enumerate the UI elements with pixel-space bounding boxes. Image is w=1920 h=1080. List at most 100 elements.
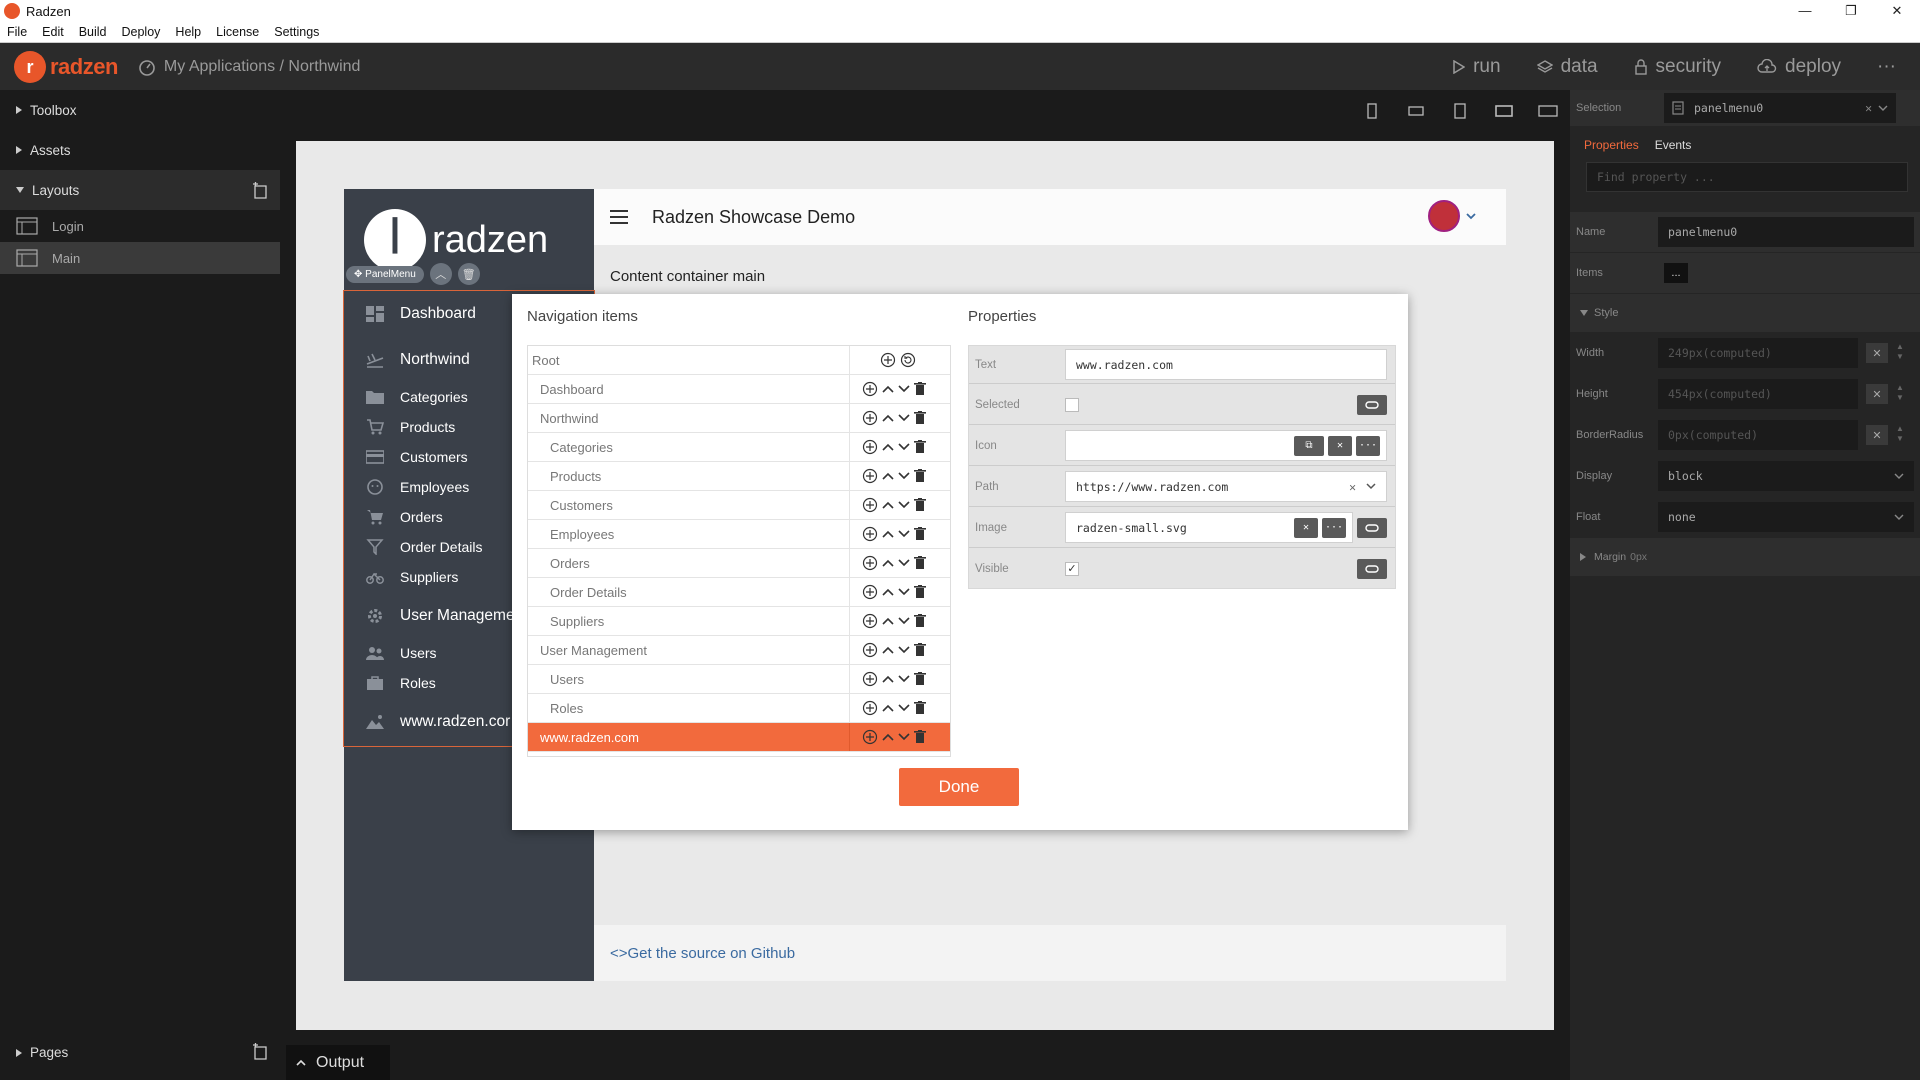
device-phone-landscape-button[interactable]: [1394, 98, 1438, 124]
icon-input[interactable]: ⧉ ✕ ···: [1065, 430, 1387, 461]
move-down-icon[interactable]: [898, 442, 910, 452]
image-input[interactable]: radzen-small.svg ✕ ···: [1065, 512, 1353, 543]
trash-icon[interactable]: [914, 556, 926, 570]
brand-logo[interactable]: r radzen: [14, 50, 118, 83]
tree-item-label[interactable]: Order Details: [528, 578, 850, 606]
image-more-button[interactable]: ···: [1322, 517, 1346, 538]
tree-row[interactable]: Customers: [528, 491, 950, 520]
trash-icon[interactable]: [914, 585, 926, 599]
done-button[interactable]: Done: [899, 768, 1019, 806]
add-child-icon[interactable]: [862, 410, 878, 426]
tree-row[interactable]: Products: [528, 462, 950, 491]
tree-row[interactable]: Order Details: [528, 578, 950, 607]
icon-more-button[interactable]: ···: [1356, 435, 1380, 456]
move-up-icon[interactable]: [882, 471, 894, 481]
trash-icon[interactable]: [914, 498, 926, 512]
move-up-icon[interactable]: [882, 413, 894, 423]
restore-button[interactable]: ❐: [1828, 0, 1874, 22]
border-radius-input[interactable]: 0px(computed): [1658, 420, 1858, 450]
trash-icon[interactable]: [914, 643, 926, 657]
tree-item-label[interactable]: User Management: [528, 636, 850, 664]
tree-item-label[interactable]: Northwind: [528, 404, 850, 432]
clear-image-button[interactable]: ✕: [1294, 517, 1318, 538]
open-icon-picker-button[interactable]: ⧉: [1294, 435, 1324, 456]
trash-icon[interactable]: [914, 730, 926, 744]
add-child-icon[interactable]: [862, 700, 878, 716]
selection-dropdown[interactable]: panelmenu0 ✕: [1664, 93, 1896, 123]
move-up-icon[interactable]: [882, 587, 894, 597]
layouts-section[interactable]: Layouts: [0, 170, 280, 210]
bind-button[interactable]: [1357, 394, 1387, 415]
add-layout-icon[interactable]: [252, 182, 268, 200]
add-child-icon[interactable]: [862, 468, 878, 484]
add-child-icon[interactable]: [862, 642, 878, 658]
move-down-icon[interactable]: [898, 587, 910, 597]
tree-row[interactable]: Suppliers: [528, 607, 950, 636]
add-child-icon[interactable]: [862, 381, 878, 397]
move-down-icon[interactable]: [898, 645, 910, 655]
output-tab[interactable]: Output: [286, 1045, 390, 1080]
find-property-input[interactable]: Find property ...: [1586, 162, 1908, 192]
more-options-button[interactable]: ···: [1877, 56, 1896, 78]
move-up-icon[interactable]: [882, 558, 894, 568]
tree-item-label[interactable]: Products: [528, 462, 850, 490]
trash-icon[interactable]: [914, 672, 926, 686]
move-down-icon[interactable]: [898, 529, 910, 539]
add-child-icon[interactable]: [862, 555, 878, 571]
add-item-icon[interactable]: [880, 352, 896, 368]
trash-icon[interactable]: [914, 701, 926, 715]
width-input[interactable]: 249px(computed): [1658, 338, 1858, 368]
tab-events[interactable]: Events: [1655, 138, 1692, 152]
height-input[interactable]: 454px(computed): [1658, 379, 1858, 409]
bind-button[interactable]: [1357, 517, 1387, 538]
path-combobox[interactable]: https://www.radzen.com ✕: [1065, 471, 1387, 502]
trash-icon[interactable]: [914, 614, 926, 628]
clear-height-button[interactable]: ✕: [1866, 384, 1888, 404]
tree-row[interactable]: Orders: [528, 549, 950, 578]
tree-row[interactable]: Northwind: [528, 404, 950, 433]
border-radius-stepper[interactable]: ▲ ▼: [1896, 424, 1904, 444]
style-section[interactable]: Style: [1570, 294, 1920, 332]
tree-row[interactable]: User Management: [528, 636, 950, 665]
add-child-icon[interactable]: [862, 729, 878, 745]
trash-icon[interactable]: [914, 382, 926, 396]
tab-properties[interactable]: Properties: [1584, 138, 1639, 152]
clear-border-radius-button[interactable]: ✕: [1866, 425, 1888, 445]
move-up-icon[interactable]: [882, 442, 894, 452]
trash-icon[interactable]: [914, 411, 926, 425]
menu-license[interactable]: License: [209, 25, 267, 39]
tree-item-label[interactable]: Orders: [528, 549, 850, 577]
menu-file[interactable]: File: [0, 25, 35, 39]
chevron-down-icon[interactable]: [1366, 483, 1376, 490]
add-child-icon[interactable]: [862, 584, 878, 600]
move-down-icon[interactable]: [898, 471, 910, 481]
move-down-icon[interactable]: [898, 413, 910, 423]
tree-item-label[interactable]: Customers: [528, 491, 850, 519]
deploy-button[interactable]: deploy: [1757, 56, 1841, 78]
move-up-icon[interactable]: [882, 529, 894, 539]
clear-width-button[interactable]: ✕: [1866, 343, 1888, 363]
add-child-icon[interactable]: [862, 439, 878, 455]
tree-row[interactable]: Roles: [528, 694, 950, 723]
device-tablet-button[interactable]: [1438, 98, 1482, 124]
move-down-icon[interactable]: [898, 616, 910, 626]
width-stepper[interactable]: ▲ ▼: [1896, 342, 1904, 362]
move-up-icon[interactable]: [882, 616, 894, 626]
device-desktop-button[interactable]: [1526, 98, 1570, 124]
tree-item-label[interactable]: Root: [528, 346, 850, 374]
security-button[interactable]: security: [1634, 56, 1721, 78]
tree-item-label[interactable]: Suppliers: [528, 607, 850, 635]
tree-row[interactable]: Dashboard: [528, 375, 950, 404]
visible-checkbox[interactable]: ✓: [1065, 561, 1079, 576]
tree-item-label[interactable]: Roles: [528, 694, 850, 722]
text-input[interactable]: www.radzen.com: [1065, 349, 1387, 380]
edit-items-button[interactable]: ...: [1664, 263, 1688, 283]
assets-section[interactable]: Assets: [0, 130, 280, 170]
menu-build[interactable]: Build: [72, 25, 115, 39]
device-tablet-landscape-button[interactable]: [1482, 98, 1526, 124]
tree-item-label[interactable]: Users: [528, 665, 850, 693]
pages-section[interactable]: Pages: [0, 1035, 280, 1070]
add-page-icon[interactable]: [252, 1043, 268, 1061]
tree-row[interactable]: Categories: [528, 433, 950, 462]
move-up-icon[interactable]: [882, 703, 894, 713]
